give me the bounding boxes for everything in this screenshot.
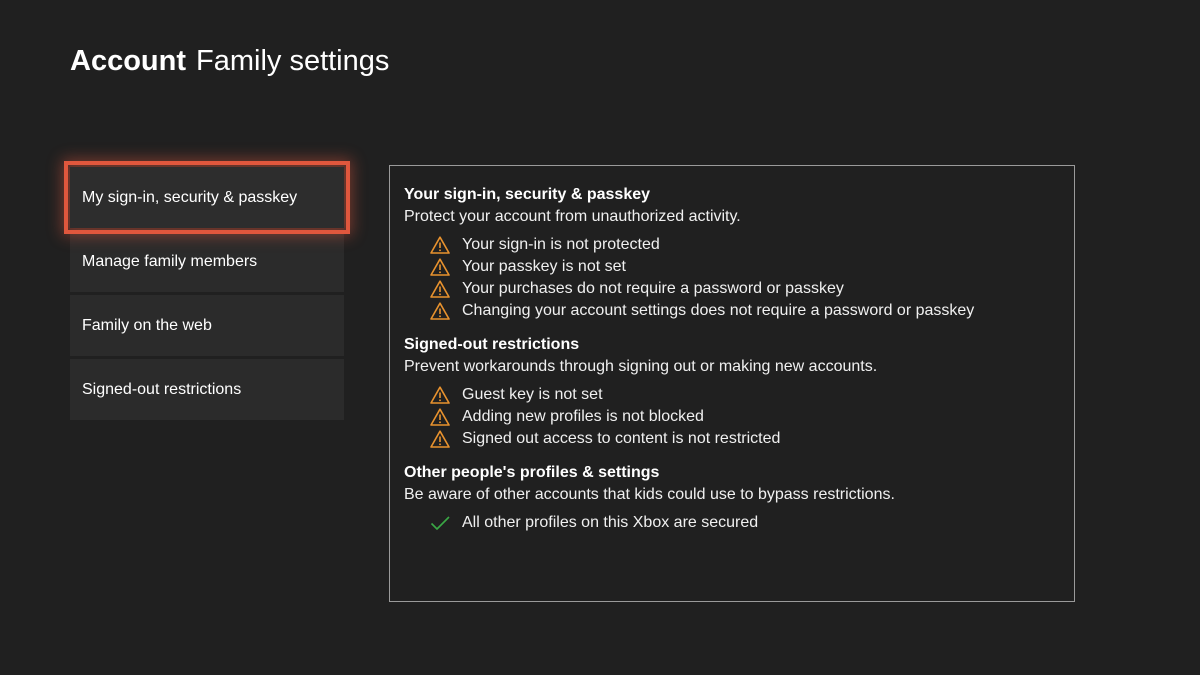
menu-item-sign-in-security[interactable]: My sign-in, security & passkey <box>64 161 350 234</box>
page-section: Account <box>70 45 186 77</box>
warning-icon <box>429 385 451 405</box>
menu-item-label: Manage family members <box>82 252 258 270</box>
section-description: Prevent workarounds through signing out … <box>404 358 878 375</box>
status-text: Adding new profiles is not blocked <box>462 408 704 425</box>
menu-item-signed-out-restrictions[interactable]: Signed-out restrictions <box>70 359 344 420</box>
menu-item-manage-family[interactable]: Manage family members <box>70 231 344 292</box>
status-text: Your purchases do not require a password… <box>462 280 844 297</box>
section-description: Be aware of other accounts that kids cou… <box>404 486 895 503</box>
status-item: Changing your account settings does not … <box>404 300 1060 322</box>
status-item: Your passkey is not set <box>404 256 1060 278</box>
status-item: Guest key is not set <box>404 384 1060 406</box>
status-item: Adding new profiles is not blocked <box>404 406 1060 428</box>
section-title: Signed-out restrictions <box>404 336 580 353</box>
status-list: All other profiles on this Xbox are secu… <box>404 512 1060 534</box>
status-text: Your passkey is not set <box>462 258 626 275</box>
checkmark-icon <box>429 513 451 533</box>
status-text: Your sign-in is not protected <box>462 236 660 253</box>
warning-icon <box>429 279 451 299</box>
status-text: All other profiles on this Xbox are secu… <box>462 514 759 531</box>
status-item: Signed out access to content is not rest… <box>404 428 1060 450</box>
section-title: Your sign-in, security & passkey <box>404 186 651 203</box>
warning-icon <box>429 257 451 277</box>
status-list: Guest key is not set Adding new profiles … <box>404 384 1060 450</box>
menu-item-label: My sign-in, security & passkey <box>82 188 298 206</box>
menu-item-family-web[interactable]: Family on the web <box>70 295 344 356</box>
warning-icon <box>429 407 451 427</box>
page-heading: Family settings <box>196 45 390 77</box>
warning-icon <box>429 301 451 321</box>
panel-section: Signed-out restrictions Prevent workaroun… <box>404 334 1060 450</box>
menu-item-label: Family on the web <box>82 316 212 334</box>
section-description: Protect your account from unauthorized a… <box>404 208 741 225</box>
warning-icon <box>429 235 451 255</box>
panel-section: Your sign-in, security & passkey Protect … <box>404 184 1060 322</box>
status-item: Your purchases do not require a password… <box>404 278 1060 300</box>
settings-menu: My sign-in, security & passkey Manage fa… <box>64 161 350 423</box>
status-item: Your sign-in is not protected <box>404 234 1060 256</box>
status-list: Your sign-in is not protected Your passke… <box>404 234 1060 322</box>
status-text: Guest key is not set <box>462 386 603 403</box>
status-text: Signed out access to content is not rest… <box>462 430 781 447</box>
panel-section: Other people's profiles & settings Be awa… <box>404 462 1060 534</box>
warning-icon <box>429 429 451 449</box>
menu-item-label: Signed-out restrictions <box>82 380 242 398</box>
status-text: Changing your account settings does not … <box>462 302 975 319</box>
details-panel: Your sign-in, security & passkey Protect … <box>389 165 1075 602</box>
status-item: All other profiles on this Xbox are secu… <box>404 512 1060 534</box>
page-title: Account Family settings <box>70 42 389 80</box>
section-title: Other people's profiles & settings <box>404 464 660 481</box>
